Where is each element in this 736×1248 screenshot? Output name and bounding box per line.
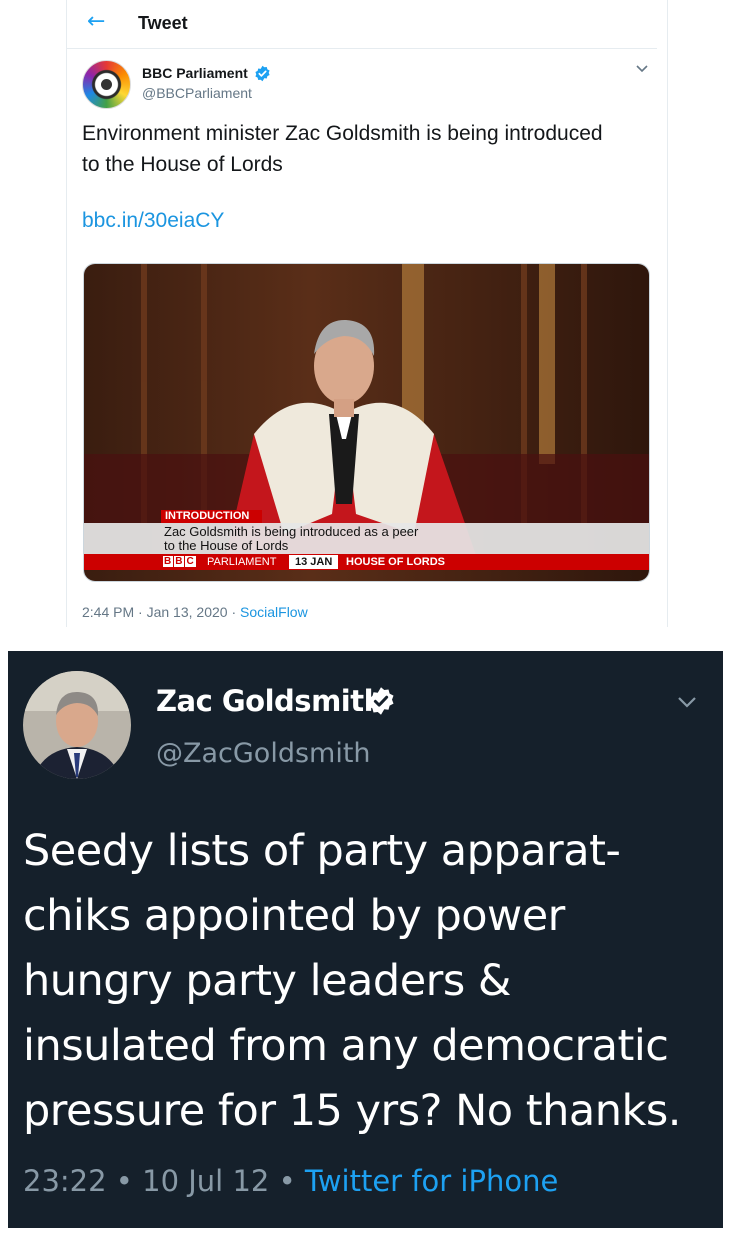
separator: •: [115, 1164, 133, 1198]
separator: ·: [231, 604, 237, 620]
tweet-metadata: 2:44 PM · Jan 13, 2020 · SocialFlow: [82, 604, 308, 620]
tweet-link[interactable]: bbc.in/30eiaCY: [82, 209, 224, 233]
author-handle[interactable]: @ZacGoldsmith: [156, 738, 371, 769]
back-arrow-icon[interactable]: ←: [87, 10, 105, 34]
verified-badge-icon: [255, 65, 270, 82]
chevron-down-icon[interactable]: [676, 695, 698, 709]
lower-third-line-2: to the House of Lords: [164, 538, 289, 553]
page-title: Tweet: [138, 13, 188, 33]
tweet-metadata: 23:22 • 10 Jul 12 • Twitter for iPhone: [23, 1164, 558, 1198]
profile-photo: [23, 671, 131, 779]
lower-third-line-1: Zac Goldsmith is being introduced as a p…: [164, 524, 419, 539]
tweet-source-link[interactable]: Twitter for iPhone: [305, 1164, 558, 1198]
tweet-text: Environment minister Zac Goldsmith is be…: [82, 122, 603, 176]
tweet-source-link[interactable]: SocialFlow: [240, 604, 308, 620]
bbc-logo: BBC: [163, 556, 196, 567]
author-handle[interactable]: @BBCParliament: [142, 85, 252, 101]
separator: •: [278, 1164, 296, 1198]
channel-name: PARLIAMENT: [207, 556, 277, 568]
tweet-date[interactable]: Jan 13, 2020: [147, 604, 228, 620]
broadcast-date: 13 JAN: [289, 555, 339, 569]
tweet-media-image[interactable]: INTRODUCTION Zac Goldsmith is being intr…: [83, 263, 650, 582]
tweet-header-bar: ← Tweet: [67, 0, 657, 49]
author-name[interactable]: BBC Parliament: [142, 65, 248, 81]
lower-third-tag: INTRODUCTION: [161, 510, 262, 523]
bbc-tweet-card: ← Tweet BBC Parliament @BBCParliament En…: [66, 0, 668, 627]
broadcast-location: HOUSE OF LORDS: [346, 556, 446, 568]
chevron-down-icon[interactable]: [635, 64, 649, 74]
verified-badge-icon: [368, 687, 394, 715]
tweet-date[interactable]: 10 Jul 12: [142, 1164, 269, 1198]
separator: ·: [138, 604, 143, 620]
zac-goldsmith-tweet-card: Zac Goldsmith @ZacGoldsmith Seedy lists …: [8, 651, 723, 1228]
zac-goldsmith-avatar[interactable]: [23, 671, 131, 779]
tweet-time[interactable]: 2:44 PM: [82, 604, 134, 620]
tweet-time[interactable]: 23:22: [23, 1164, 107, 1198]
tweet-text: Seedy lists of party apparat-chiks appoi…: [23, 826, 681, 1136]
author-name[interactable]: Zac Goldsmith: [156, 684, 384, 718]
bbc-parliament-avatar[interactable]: [82, 60, 131, 109]
